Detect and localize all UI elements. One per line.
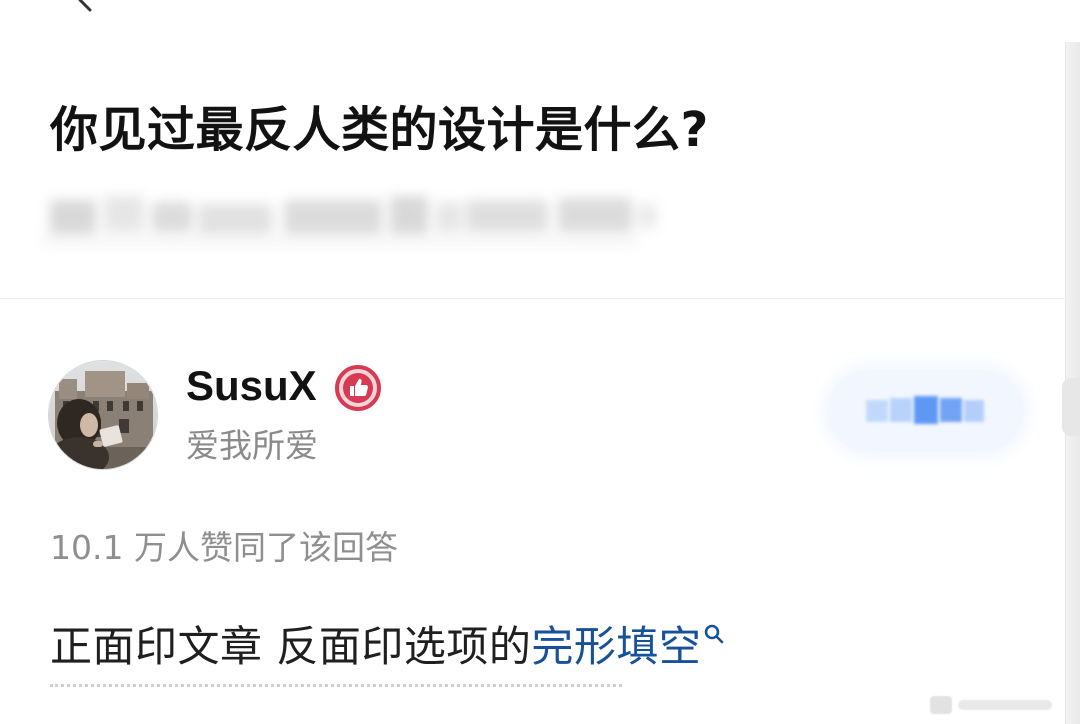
watermark-logo [930, 696, 1052, 714]
answer-body: 正面印文章 反面印选项的完形填空 [50, 615, 725, 679]
search-icon[interactable] [703, 623, 725, 645]
thumbs-up-badge-icon[interactable] [334, 364, 382, 412]
author-name[interactable]: SusuX [186, 360, 317, 412]
section-divider [0, 298, 1066, 299]
question-title[interactable]: 你见过最反人类的设计是什么? [50, 100, 709, 160]
search-link[interactable]: 完形填空 [531, 622, 701, 671]
chevron-left-icon[interactable] [72, 0, 100, 14]
author-bio: 爱我所爱 [186, 426, 318, 465]
vote-count: 10.1 万人赞同了该回答 [50, 528, 398, 567]
answer-screen: 你见过最反人类的设计是什么? SusuX 爱我所爱 10.1 万人赞同了该回答 … [0, 0, 1080, 724]
answer-text: 正面印文章 反面印选项的 [50, 622, 532, 671]
question-detail-redacted [40, 180, 660, 250]
author-avatar[interactable] [48, 360, 158, 470]
page-edge-handle [1062, 378, 1080, 436]
answer-text-underline [50, 684, 622, 687]
follow-button[interactable] [828, 370, 1024, 452]
